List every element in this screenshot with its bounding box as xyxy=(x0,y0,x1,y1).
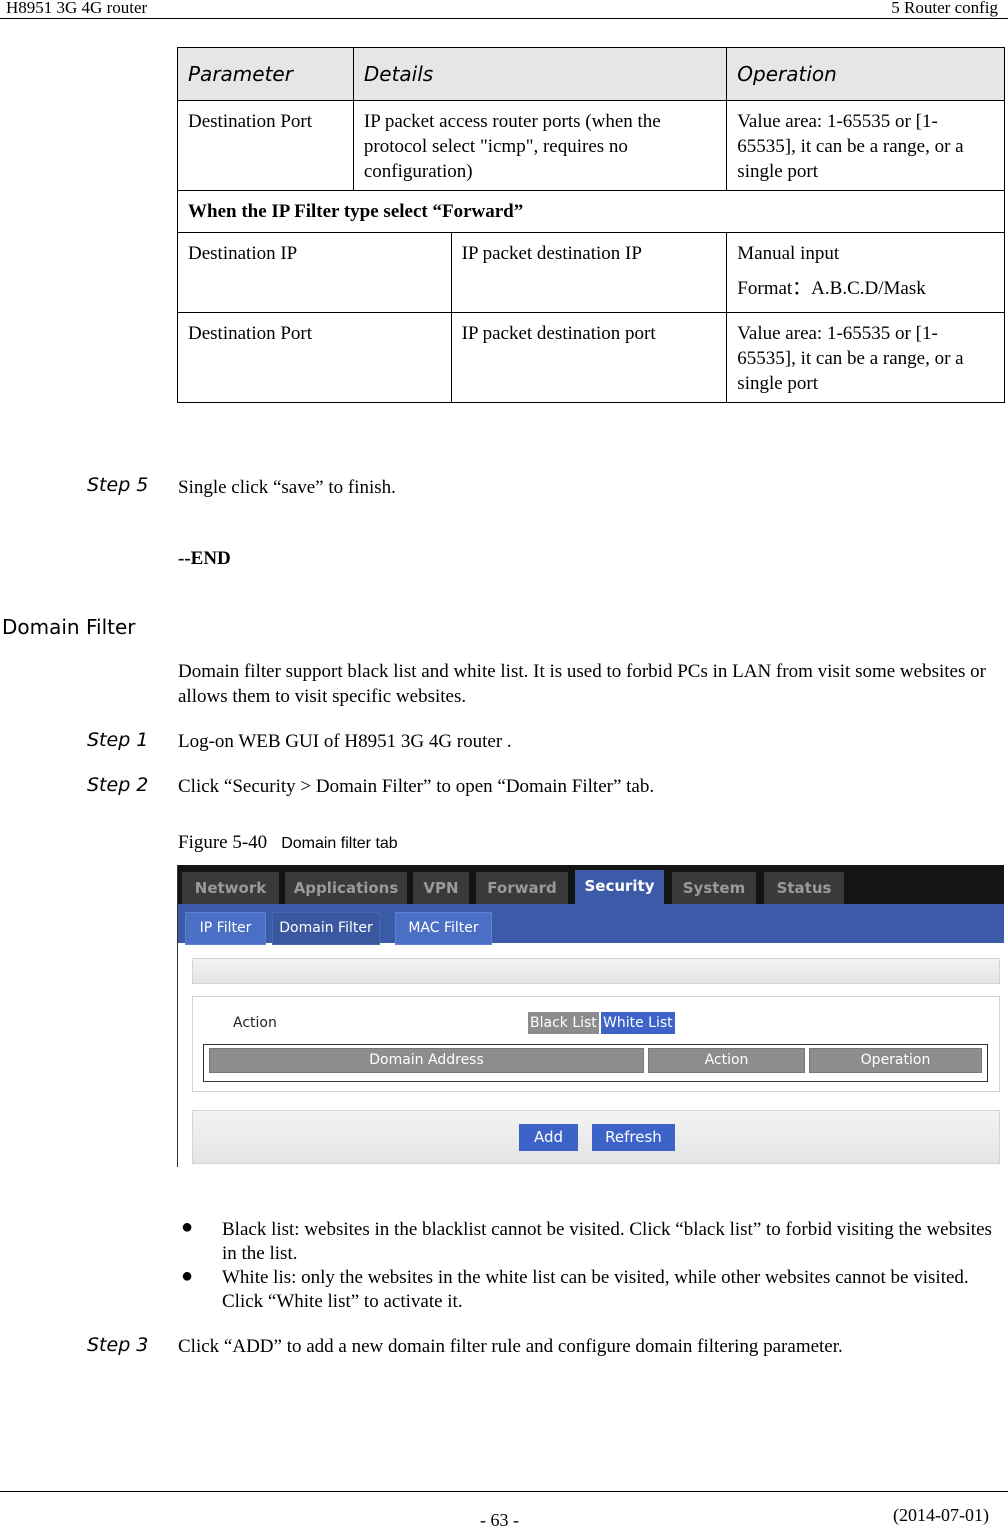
cell-parameter: Destination Port xyxy=(177,312,452,403)
doc-title: H8951 3G 4G router xyxy=(6,0,148,17)
step-1-label: Step 1 xyxy=(87,729,149,751)
bullet-icon: ● xyxy=(181,1216,194,1238)
table-row: Destination Port IP packet destination p… xyxy=(177,312,1005,403)
white-list-button[interactable]: White List xyxy=(601,1012,675,1034)
cell-details: IP packet access router ports (when the … xyxy=(352,100,728,191)
black-list-button[interactable]: Black List xyxy=(528,1012,599,1034)
figure-title: Domain filter tab xyxy=(281,835,398,852)
grid-header-domain-address: Domain Address xyxy=(209,1048,644,1073)
end-marker: --END xyxy=(178,548,231,569)
operation-text: Manual input xyxy=(737,243,840,264)
router-screenshot: Network Applications VPN Forward Securit… xyxy=(177,865,1004,1167)
info-band xyxy=(192,958,1000,984)
tab-network[interactable]: Network xyxy=(182,872,279,904)
subtab-domain-filter[interactable]: Domain Filter xyxy=(272,912,380,945)
tab-system[interactable]: System xyxy=(672,872,756,904)
cell-operation: Value area: 1-65535 or [1-65535], it can… xyxy=(726,312,1005,403)
domain-grid: Domain Address Action Operation xyxy=(203,1044,988,1082)
footer-divider xyxy=(0,1491,1008,1492)
grid-header-action: Action xyxy=(648,1048,805,1073)
page-number: - 63 - xyxy=(480,1510,519,1530)
tab-forward[interactable]: Forward xyxy=(476,872,568,904)
subtab-mac-filter[interactable]: MAC Filter xyxy=(395,912,492,945)
document-date: (2014-07-01) xyxy=(893,1505,989,1525)
step-3-label: Step 3 xyxy=(87,1334,149,1356)
chapter-title: 5 Router config xyxy=(891,0,998,17)
bullet-black-list: Black list: websites in the blacklist ca… xyxy=(222,1219,992,1264)
refresh-button[interactable]: Refresh xyxy=(592,1124,675,1151)
main-nav-bar: Network Applications VPN Forward Securit… xyxy=(178,865,1004,906)
sub-nav-bar: IP Filter Domain Filter MAC Filter xyxy=(178,904,1004,945)
cell-operation: Value area: 1-65535 or [1-65535], it can… xyxy=(726,100,1005,191)
bullet-white-list: White lis: only the websites in the whit… xyxy=(222,1267,969,1312)
tab-vpn[interactable]: VPN xyxy=(413,872,469,904)
col-header-parameter: Parameter xyxy=(177,47,354,101)
figure-caption: Figure 5-40 Domain filter tab xyxy=(178,832,398,854)
section-heading: Domain Filter xyxy=(2,615,136,639)
cell-details: IP packet destination port xyxy=(450,312,728,403)
cell-operation: Manual input Format：A.B.C.D/Mask xyxy=(726,232,1005,313)
tab-status[interactable]: Status xyxy=(764,872,844,904)
tab-applications[interactable]: Applications xyxy=(285,872,407,904)
step-2-text: Click “Security > Domain Filter” to open… xyxy=(178,776,655,797)
cell-details: IP packet destination IP xyxy=(450,232,728,313)
add-button[interactable]: Add xyxy=(519,1124,578,1151)
section-intro: Domain filter support black list and whi… xyxy=(178,661,986,707)
section-label: When the IP Filter type select “Forward” xyxy=(177,190,1005,233)
table-header-row: Parameter Details Operation xyxy=(177,47,1005,101)
tab-security[interactable]: Security xyxy=(575,870,664,906)
step-3-text: Click “ADD” to add a new domain filter r… xyxy=(178,1336,843,1357)
cell-parameter: Destination IP xyxy=(177,232,452,313)
figure-number: Figure 5-40 xyxy=(178,832,268,853)
col-header-operation: Operation xyxy=(726,47,1005,101)
operation-format: Format：A.B.C.D/Mask xyxy=(737,278,926,299)
grid-header-operation: Operation xyxy=(809,1048,982,1073)
table-row: Destination IP IP packet destination IP … xyxy=(177,232,1005,313)
parameter-table: Parameter Details Operation Destination … xyxy=(177,47,1005,403)
bullet-icon: ● xyxy=(181,1265,194,1287)
col-header-details: Details xyxy=(352,47,728,101)
table-row: Destination Port IP packet access router… xyxy=(177,100,1005,191)
step-5-text: Single click “save” to finish. xyxy=(178,477,396,498)
step-5-label: Step 5 xyxy=(87,474,149,496)
action-label: Action xyxy=(233,1015,277,1031)
step-1-text: Log-on WEB GUI of H8951 3G 4G router . xyxy=(178,731,512,752)
subtab-ip-filter[interactable]: IP Filter xyxy=(185,912,266,945)
step-2-label: Step 2 xyxy=(87,774,149,796)
table-section-row: When the IP Filter type select “Forward” xyxy=(177,190,1005,233)
cell-parameter: Destination Port xyxy=(177,100,354,191)
header-divider xyxy=(0,18,1008,19)
